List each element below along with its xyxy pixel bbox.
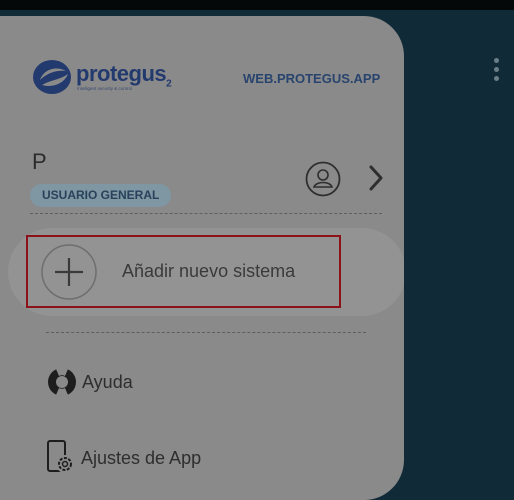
- add-icon[interactable]: [41, 244, 97, 300]
- divider: [30, 213, 382, 214]
- user-initial: P: [32, 149, 47, 174]
- menu-item-label: Ajustes de App: [81, 448, 202, 468]
- lifebuoy-icon: [48, 367, 76, 397]
- brand-tagline: Intelligent security & control: [77, 86, 133, 91]
- menu-item-help[interactable]: Ayuda: [44, 366, 344, 398]
- web-link[interactable]: WEB.PROTEGUS.APP: [243, 71, 380, 86]
- phone-settings-icon: [47, 440, 74, 473]
- status-bar: [0, 0, 514, 10]
- more-options-icon[interactable]: [494, 58, 500, 85]
- chevron-right-icon[interactable]: [368, 164, 384, 192]
- menu-item-label: Ayuda: [82, 372, 133, 392]
- add-system-label[interactable]: Añadir nuevo sistema: [122, 261, 295, 282]
- divider: [46, 332, 366, 333]
- protegus-logo-mark-icon: [33, 60, 71, 94]
- navigation-drawer: protegus2 Intelligent security & control…: [0, 16, 404, 500]
- menu-item-app-settings[interactable]: Ajustes de App: [44, 440, 344, 474]
- user-role-badge: USUARIO GENERAL: [30, 184, 172, 207]
- user-profile-icon[interactable]: [305, 161, 341, 197]
